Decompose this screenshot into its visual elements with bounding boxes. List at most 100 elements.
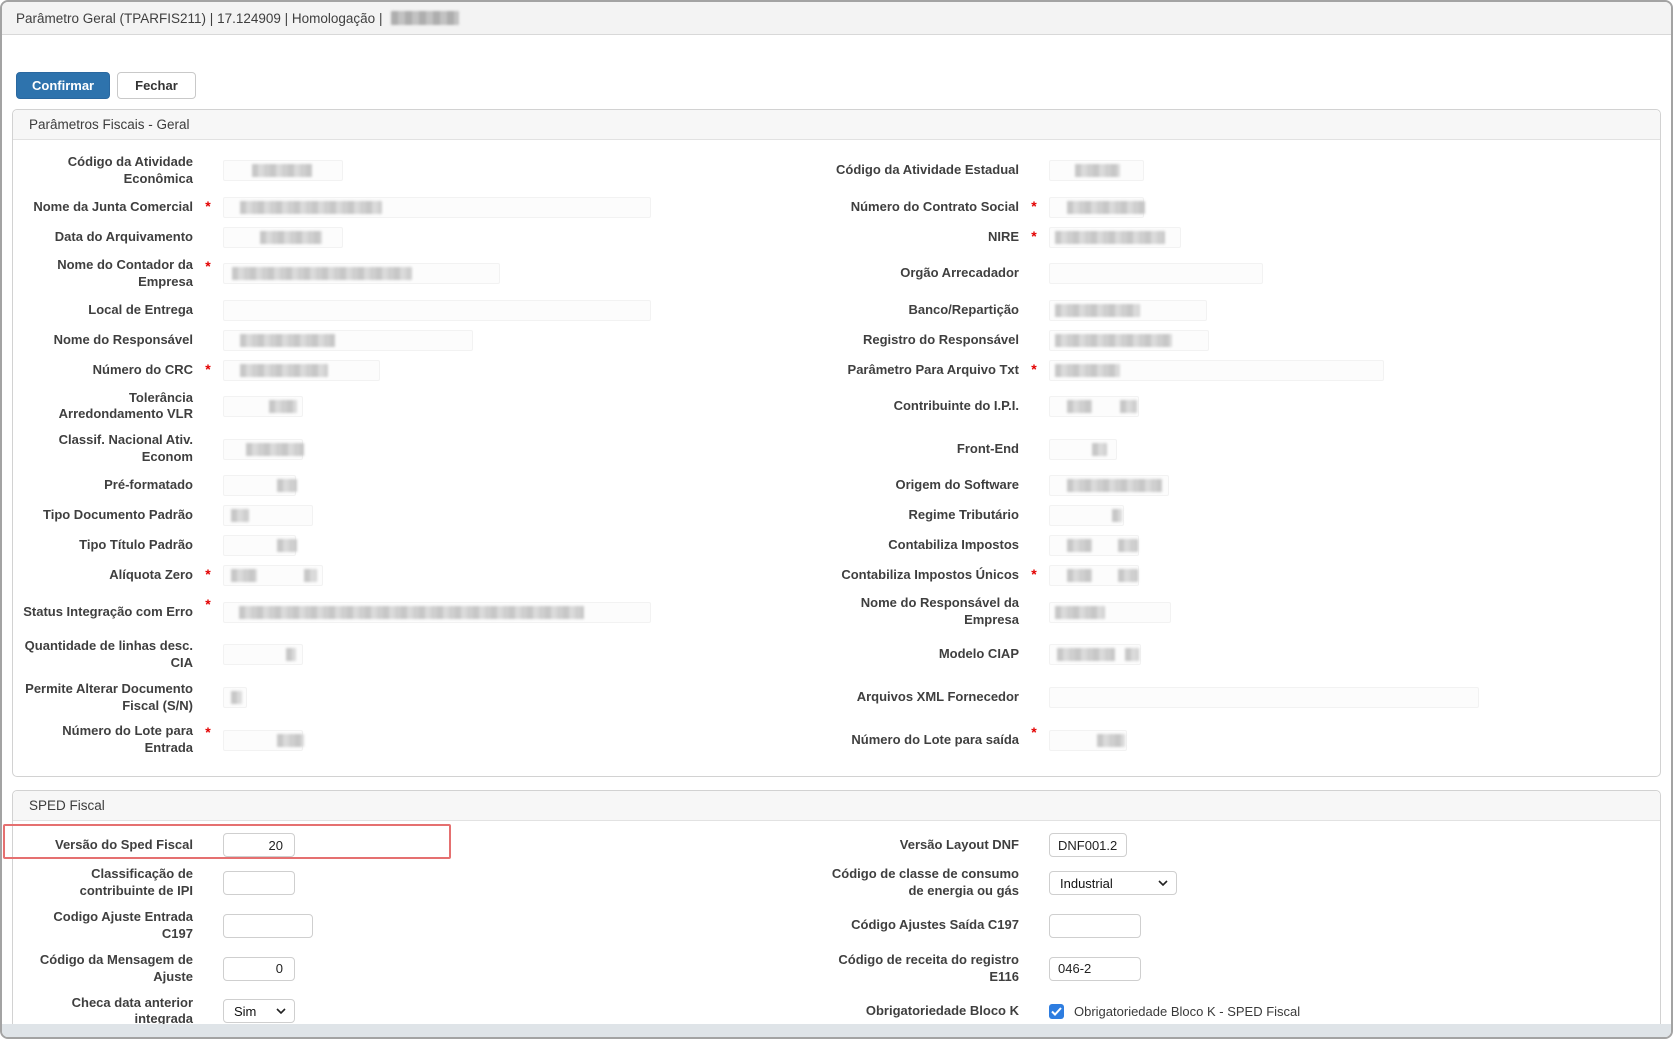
redacted-value — [1112, 509, 1122, 522]
field-cell-permite-alterar-documento-fiscal-s-n — [223, 683, 822, 713]
redacted-value — [1118, 539, 1138, 552]
field-contribuinte-do-i-p-i[interactable] — [1049, 396, 1139, 417]
field-aliquota-zero[interactable] — [223, 565, 323, 586]
select-codigo-de-classe-de-consumo-de-energia-ou-[interactable]: Industrial — [1049, 871, 1177, 895]
required-asterisk: * — [1026, 356, 1042, 383]
field-pre-formatado[interactable] — [223, 475, 296, 496]
field-data-do-arquivamento[interactable] — [223, 227, 343, 248]
label-regime-tributario: Regime Tributário — [829, 503, 1019, 530]
field-parametro-para-arquivo-txt[interactable] — [1049, 360, 1384, 381]
label-codigo-da-mensagem-de-ajuste: Código da Mensagem de Ajuste — [23, 948, 193, 991]
label-contribuinte-do-i-p-i: Contribuinte do I.P.I. — [829, 393, 1019, 420]
field-orgao-arrecadador[interactable] — [1049, 263, 1263, 284]
redacted-value — [260, 231, 322, 244]
input-versao-do-sped-fiscal[interactable] — [223, 833, 295, 857]
field-cell-codigo-da-atividade-economica — [223, 156, 822, 186]
checkbox-obrigatoriedade-bloco-k[interactable] — [1049, 1004, 1064, 1019]
field-contabiliza-impostos-unicos[interactable] — [1049, 565, 1139, 586]
field-cell-codigo-de-receita-do-registro-e116 — [1049, 953, 1648, 986]
field-tipo-titulo-padrao[interactable] — [223, 535, 296, 556]
field-codigo-da-atividade-estadual[interactable] — [1049, 160, 1144, 181]
redacted-value — [231, 691, 242, 704]
input-classificacao-de-contribuinte-de-ipi[interactable] — [223, 871, 295, 895]
field-cell-contribuinte-do-i-p-i — [1049, 392, 1648, 422]
redacted-value — [1055, 364, 1120, 377]
redacted-value — [269, 400, 297, 413]
field-front-end[interactable] — [1049, 439, 1117, 460]
field-cell-nome-do-responsavel-da-empresa — [1049, 598, 1648, 628]
label-banco-reparticao: Banco/Repartição — [829, 297, 1019, 324]
confirm-button[interactable]: Confirmar — [16, 72, 110, 99]
input-codigo-ajustes-saida-c197[interactable] — [1049, 914, 1141, 938]
asterisk-spacer — [200, 991, 216, 1018]
field-nome-do-contador-da-empresa[interactable] — [223, 263, 500, 284]
field-nire[interactable] — [1049, 227, 1181, 248]
field-nome-do-responsavel[interactable] — [223, 330, 473, 351]
field-cell-versao-do-sped-fiscal — [223, 829, 822, 862]
field-numero-do-contrato-social[interactable] — [1049, 197, 1144, 218]
required-asterisk: * — [1026, 223, 1042, 250]
close-button[interactable]: Fechar — [117, 72, 196, 99]
asterisk-spacer — [1026, 634, 1042, 661]
redacted-value — [246, 443, 304, 456]
field-arquivos-xml-fornecedor[interactable] — [1049, 687, 1479, 708]
label-tipo-titulo-padrao: Tipo Título Padrão — [23, 533, 193, 560]
label-origem-do-software: Origem do Software — [829, 473, 1019, 500]
label-codigo-ajustes-saida-c197: Código Ajustes Saída C197 — [829, 913, 1019, 940]
chevron-down-icon — [276, 1008, 286, 1014]
label-front-end: Front-End — [829, 436, 1019, 463]
label-nire: NIRE — [829, 224, 1019, 251]
check-icon — [1051, 1007, 1062, 1016]
field-cell-nire — [1049, 223, 1648, 253]
redacted-value — [231, 509, 249, 522]
label-parametro-para-arquivo-txt: Parâmetro Para Arquivo Txt — [829, 357, 1019, 384]
field-quantidade-de-linhas-desc-cia[interactable] — [223, 644, 303, 665]
field-cell-aliquota-zero — [223, 561, 822, 591]
field-cell-quantidade-de-linhas-desc-cia — [223, 640, 822, 670]
input-codigo-de-receita-do-registro-e116[interactable] — [1049, 957, 1141, 981]
field-origem-do-software[interactable] — [1049, 475, 1169, 496]
field-contabiliza-impostos[interactable] — [1049, 535, 1139, 556]
field-numero-do-lote-para-entrada[interactable] — [223, 730, 303, 751]
field-status-integracao-com-erro[interactable] — [223, 602, 651, 623]
field-local-de-entrega[interactable] — [223, 300, 651, 321]
asterisk-spacer — [1026, 428, 1042, 455]
redacted-value — [277, 539, 297, 552]
field-cell-codigo-da-atividade-estadual — [1049, 156, 1648, 186]
input-codigo-ajuste-entrada-c197[interactable] — [223, 914, 313, 938]
label-versao-do-sped-fiscal: Versão do Sped Fiscal — [23, 832, 193, 859]
field-regime-tributario[interactable] — [1049, 505, 1124, 526]
field-codigo-da-atividade-economica[interactable] — [223, 160, 343, 181]
label-pre-formatado: Pré-formatado — [23, 473, 193, 500]
select-checa-data-anterior-integrada[interactable]: Sim — [223, 999, 295, 1023]
redacted-value — [1055, 606, 1105, 619]
input-versao-layout-dnf[interactable] — [1049, 833, 1127, 857]
asterisk-spacer — [1026, 862, 1042, 889]
field-cell-banco-reparticao — [1049, 296, 1648, 326]
field-tipo-documento-padrao[interactable] — [223, 505, 313, 526]
asterisk-spacer — [1026, 326, 1042, 353]
label-classificacao-de-contribuinte-de-ipi: Classificação de contribuinte de IPI — [23, 862, 193, 905]
toolbar: Confirmar Fechar — [2, 35, 1671, 105]
field-cell-front-end — [1049, 435, 1648, 465]
field-numero-do-lote-para-saida[interactable] — [1049, 730, 1127, 751]
asterisk-spacer — [200, 150, 216, 177]
field-cell-modelo-ciap — [1049, 640, 1648, 670]
field-nome-do-responsavel-da-empresa[interactable] — [1049, 602, 1171, 623]
field-modelo-ciap[interactable] — [1049, 644, 1141, 665]
field-numero-do-crc[interactable] — [223, 360, 380, 381]
required-asterisk: * — [200, 193, 216, 220]
field-cell-numero-do-crc — [223, 356, 822, 386]
field-classif-nacional-ativ-econom[interactable] — [223, 439, 303, 460]
required-asterisk: * — [200, 719, 216, 746]
field-registro-do-responsavel[interactable] — [1049, 330, 1209, 351]
field-nome-da-junta-comercial[interactable] — [223, 197, 651, 218]
redacted-value — [1075, 164, 1120, 177]
asterisk-spacer — [1026, 471, 1042, 498]
field-permite-alterar-documento-fiscal-s-n[interactable] — [223, 687, 247, 708]
redacted-environment-name — [391, 11, 459, 25]
field-tolerancia-arredondamento-vlr[interactable] — [223, 396, 303, 417]
field-banco-reparticao[interactable] — [1049, 300, 1207, 321]
input-codigo-da-mensagem-de-ajuste[interactable] — [223, 957, 295, 981]
asterisk-spacer — [200, 296, 216, 323]
